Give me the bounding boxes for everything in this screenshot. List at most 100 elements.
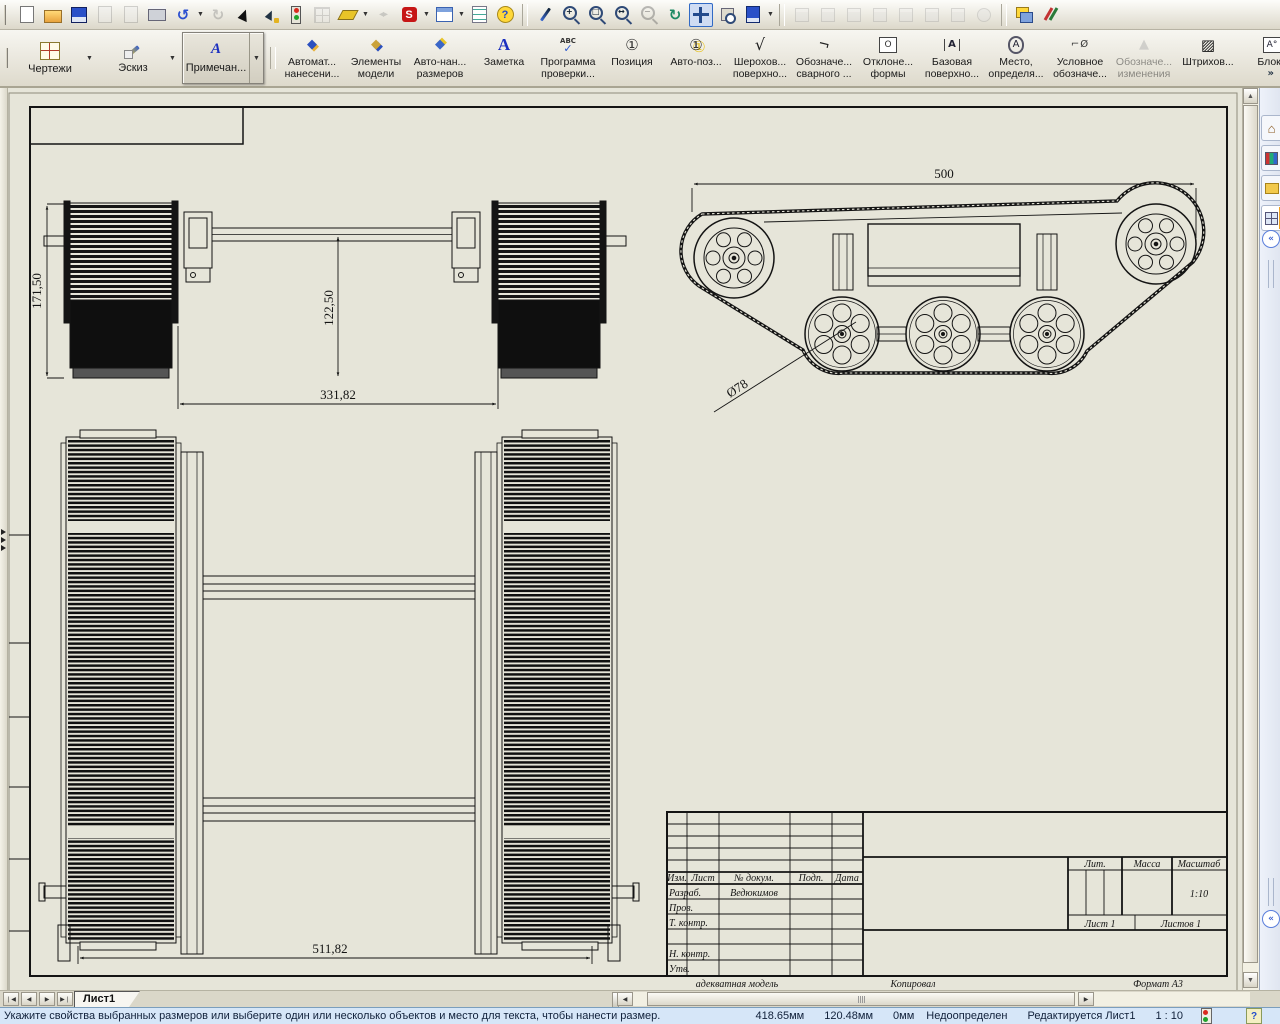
task-pane: « « [1259,88,1280,990]
dim-top-span[interactable]: 511,82 [312,941,347,956]
status-help-icon[interactable]: ? [1246,1008,1262,1024]
undo-caret[interactable]: ▼ [196,11,205,18]
viewport-caret[interactable]: ▼ [457,11,466,18]
zoom-in-icon[interactable]: + [559,3,583,27]
solidworks-icon[interactable] [397,3,421,27]
selection-filter-icon[interactable] [258,3,282,27]
blocks-icon [1263,34,1280,56]
dim-front-span[interactable]: 331,82 [320,387,356,402]
pane-grip[interactable] [1268,260,1274,288]
options-list-icon[interactable] [467,3,491,27]
collapse-chevron-icon[interactable]: « [1262,230,1280,248]
balloon-button[interactable]: Позиция [600,32,664,84]
sketch-icon [124,43,142,59]
hole-callout-button[interactable]: Условноеобозначе... [1048,32,1112,84]
dim-side-length[interactable]: 500 [934,166,954,181]
open-icon[interactable] [41,3,65,27]
dim-front-axle[interactable]: 122,50 [321,290,336,326]
orientation-caret[interactable]: ▼ [766,11,775,18]
scroll-down-button[interactable]: ▼ [1243,972,1258,988]
tb-header-sign: Подп. [798,873,824,884]
layer-properties-icon[interactable] [1012,3,1036,27]
design-library-tab[interactable] [1261,145,1280,171]
tab-annotations[interactable]: Примечан... ▼ [182,32,264,84]
new-document-icon[interactable] [15,3,39,27]
auto-balloon-icon [689,34,702,56]
datum-target-icon [1008,34,1025,56]
toolbar-grip[interactable] [4,5,10,25]
last-sheet-button[interactable]: ▶❘ [57,992,73,1006]
weld-symbol-button[interactable]: Обозначе...сварного ... [792,32,856,84]
status-lights-icon[interactable] [1201,1008,1212,1024]
blocks-button[interactable]: Блоки [1240,32,1280,84]
datum-target-button[interactable]: Место,определя... [984,32,1048,84]
collapse-chevron-icon[interactable]: « [1262,910,1280,928]
flyout-arrow-icon[interactable] [1,537,6,543]
scroll-right-button[interactable]: ▶ [1078,992,1094,1006]
spell-checker-button[interactable]: Программапроверки... [536,32,600,84]
select-other-icon[interactable] [533,3,557,27]
drawing-view-icon[interactable] [715,3,739,27]
auto-insert-button[interactable]: Автомат...нанесени... [280,32,344,84]
tb-scale-label: Масштаб [1177,859,1222,870]
status-y: 120.48мм [814,1010,883,1022]
flyout-arrow-icon[interactable] [1,529,6,535]
select-cursor-icon[interactable] [232,3,256,27]
vertical-scroll-thumb[interactable] [1243,105,1258,963]
pan-icon[interactable] [689,3,713,27]
area-hatch-button[interactable]: Штрихов... [1176,32,1240,84]
view-palette-tab[interactable] [1261,205,1280,231]
datum-feature-button[interactable]: Базоваяповерхно... [920,32,984,84]
vertical-scrollbar[interactable]: ▲ ▼ [1242,88,1259,990]
tb-razrab-name: Ведюкимов [730,888,778,899]
toolbar-grip[interactable] [6,48,12,68]
pane-grip[interactable] [1268,878,1274,906]
flyout-arrow-icon[interactable] [1,545,6,551]
toolbar-separator [779,4,785,26]
sheet-tab-list1[interactable]: Лист1 [74,991,140,1007]
viewport-layout-icon[interactable] [432,3,456,27]
next-sheet-button[interactable]: ▶ [39,992,55,1006]
file-explorer-tab[interactable] [1261,175,1280,201]
tab-drawings[interactable]: Чертежи ▼ [16,32,97,84]
resources-tab[interactable] [1261,115,1280,141]
tb-copied: Копировал [890,979,937,990]
drawing-canvas[interactable]: 171,50 122,50 331,82 [0,88,1242,990]
auto-insert-icon [307,34,317,56]
dim-front-height[interactable]: 171,50 [29,273,44,309]
view-orientation-icon[interactable] [741,3,765,27]
drawings-caret[interactable]: ▼ [83,33,96,83]
datum-feature-icon [944,34,960,56]
note-button[interactable]: Заметка [472,32,536,84]
tab-sketch[interactable]: Эскиз ▼ [99,32,180,84]
auto-balloon-button[interactable]: Авто-поз... [664,32,728,84]
geometric-tolerance-button[interactable]: Отклоне...формы [856,32,920,84]
surface-finish-button[interactable]: Шерохов...поверхно... [728,32,792,84]
first-sheet-button[interactable]: ❘◀ [3,992,19,1006]
rotate-view-icon[interactable]: ↻ [663,3,687,27]
scroll-left-button[interactable]: ◀ [617,992,633,1006]
horizontal-scroll-thumb[interactable] [647,992,1075,1006]
save-icon[interactable] [67,3,91,27]
solidworks-caret[interactable]: ▼ [422,11,431,18]
undo-icon[interactable]: ↺ [171,3,195,27]
zoom-fit-icon[interactable]: ↔ [611,3,635,27]
display-lights-icon[interactable] [284,3,308,27]
prev-sheet-button[interactable]: ◀ [21,992,37,1006]
annotations-caret[interactable]: ▼ [249,33,263,83]
help-icon[interactable] [493,3,517,27]
view-bottom-icon [920,3,944,27]
tb-note: адекватная модель [696,979,779,990]
measure-caret[interactable]: ▼ [361,11,370,18]
scroll-up-button[interactable]: ▲ [1243,88,1258,104]
auto-dimension-button[interactable]: Авто-нан...размеров [408,32,472,84]
model-items-button[interactable]: Элементымодели [344,32,408,84]
print-icon[interactable] [145,3,169,27]
measure-icon[interactable] [336,3,360,27]
line-format-icon[interactable] [1038,3,1062,27]
status-editing: Редактируется Лист1 [1018,1010,1146,1022]
zoom-window-icon[interactable]: □ [585,3,609,27]
toolbar-overflow-chevron[interactable]: » [1268,68,1274,79]
sketch-caret[interactable]: ▼ [166,33,179,83]
tb-sheets: Листов 1 [1160,919,1201,930]
